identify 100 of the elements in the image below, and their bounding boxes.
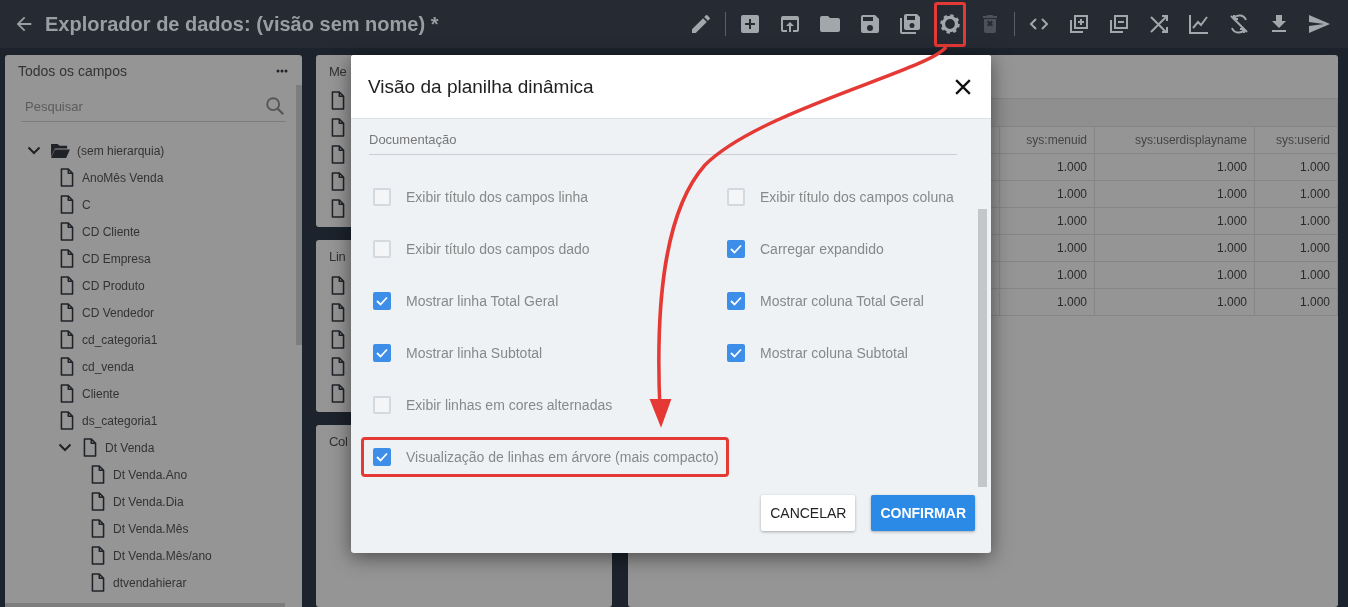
table-cell: 1.000: [1094, 207, 1255, 235]
dialog-title: Visão da planilha dinâmica: [368, 75, 594, 98]
option-label: Carregar expandido: [760, 241, 884, 257]
table-cell: 1.000: [1094, 288, 1255, 316]
option-label: Mostrar linha Total Geral: [406, 293, 559, 309]
field-label[interactable]: cd_categoria1: [82, 332, 158, 347]
open-folder-icon: [50, 142, 71, 159]
file-icon: [329, 329, 347, 350]
checkbox[interactable]: [373, 448, 391, 466]
pencil-icon: [689, 12, 713, 36]
option-label: Exibir título dos campos dado: [406, 241, 590, 257]
file-icon: [329, 383, 347, 404]
option-row[interactable]: Mostrar linha Subtotal: [361, 333, 715, 373]
table-cell: 1.000: [1254, 288, 1338, 316]
checkbox[interactable]: [727, 292, 745, 310]
column-header[interactable]: sys:menuid: [999, 126, 1095, 154]
file-icon: [329, 90, 347, 111]
file-icon: [58, 167, 76, 188]
chevron-icon[interactable]: [27, 146, 41, 155]
file-icon: [58, 194, 76, 215]
copy-plus-icon: [1067, 12, 1091, 36]
scrollbar[interactable]: [296, 85, 302, 345]
panel-title: Col: [329, 434, 348, 449]
file-icon: [329, 117, 347, 138]
field-label[interactable]: CD Vendedor: [82, 305, 155, 320]
file-icon: [58, 383, 76, 404]
table-cell: 1.000: [999, 234, 1095, 262]
field-label[interactable]: Dt Venda.Mês: [113, 521, 189, 536]
column-header[interactable]: sys:userdisplayname: [1094, 126, 1255, 154]
file-icon: [58, 221, 76, 242]
panel-title: Me: [329, 64, 347, 79]
option-row[interactable]: Exibir linhas em cores alternadas: [361, 385, 715, 425]
table-cell: 1.000: [1254, 261, 1338, 289]
option-row[interactable]: Exibir título dos campos dado: [361, 229, 715, 269]
more-icon[interactable]: [276, 69, 288, 73]
option-row[interactable]: Carregar expandido: [715, 229, 977, 269]
field-label[interactable]: CD Cliente: [82, 224, 141, 239]
field-label[interactable]: ds_categoria1: [82, 413, 158, 428]
check-icon: [376, 348, 388, 358]
table-cell: 1.000: [1094, 153, 1255, 181]
table-cell: 1.000: [1094, 234, 1255, 262]
table-cell: 1.000: [1254, 153, 1338, 181]
search-field[interactable]: Pesquisar: [21, 91, 286, 122]
close-icon[interactable]: [955, 78, 971, 95]
file-icon: [58, 275, 76, 296]
option-label: Visualização de linhas em árvore (mais compacto): [406, 449, 719, 465]
table-cell: 1.000: [999, 207, 1095, 235]
copy-minus-icon: [1107, 12, 1131, 36]
confirm-button[interactable]: CONFIRMAR: [871, 495, 975, 531]
cancel-button[interactable]: CANCELAR: [761, 495, 856, 531]
option-row[interactable]: Mostrar coluna Subtotal: [715, 333, 977, 373]
option-row[interactable]: Exibir título dos campos linha: [361, 177, 715, 217]
checkbox[interactable]: [373, 292, 391, 310]
file-icon: [329, 275, 347, 296]
field-label[interactable]: C: [82, 197, 91, 212]
field-label[interactable]: (sem hierarquia): [77, 143, 165, 158]
field-label[interactable]: CD Empresa: [82, 251, 151, 266]
save-icon: [858, 12, 882, 36]
file-icon: [89, 545, 107, 566]
field-label[interactable]: Cliente: [82, 386, 120, 401]
file-icon: [329, 302, 347, 323]
search-icon: [264, 95, 286, 117]
toolbar-button[interactable]: [934, 1, 966, 47]
table-cell: 1.000: [1094, 180, 1255, 208]
page-title: Explorador de dados: (visão sem nome) *: [45, 12, 439, 36]
checkbox[interactable]: [727, 344, 745, 362]
send-icon: [1307, 12, 1331, 36]
file-icon: [58, 302, 76, 323]
file-icon: [329, 171, 347, 192]
field-label[interactable]: AnoMês Venda: [82, 170, 164, 185]
field-label[interactable]: dtvendahierar: [113, 575, 187, 590]
option-label: Mostrar coluna Subtotal: [760, 345, 908, 361]
column-header[interactable]: sys:userid: [1254, 126, 1338, 154]
option-row[interactable]: Exibir título dos campos coluna: [715, 177, 977, 217]
check-icon: [730, 348, 742, 358]
check-icon: [376, 296, 388, 306]
field-label[interactable]: CD Produto: [82, 278, 145, 293]
settings-icon: [938, 12, 962, 36]
option-row[interactable]: Mostrar coluna Total Geral: [715, 281, 977, 321]
file-icon: [329, 198, 347, 219]
option-label: Exibir título dos campos coluna: [760, 189, 954, 205]
check-icon: [730, 296, 742, 306]
add-box-icon: [738, 12, 762, 36]
panel-title: Todos os campos: [18, 63, 127, 79]
checkbox[interactable]: [727, 240, 745, 258]
field-label[interactable]: cd_venda: [82, 359, 135, 374]
chevron-icon[interactable]: [58, 443, 72, 452]
field-label[interactable]: Dt Venda: [105, 440, 155, 455]
option-row[interactable]: Mostrar linha Total Geral: [361, 281, 715, 321]
field-label[interactable]: Dt Venda.Dia: [113, 494, 184, 509]
file-icon: [89, 464, 107, 485]
table-cell: 1.000: [999, 288, 1095, 316]
file-icon: [58, 410, 76, 431]
panel-title: Lin: [329, 249, 346, 264]
field-label[interactable]: Dt Venda.Mês/ano: [113, 548, 212, 563]
checkbox[interactable]: [373, 344, 391, 362]
file-icon: [89, 518, 107, 539]
field-label[interactable]: Dt Venda.Ano: [113, 467, 188, 482]
shuffle-icon: [1147, 12, 1171, 36]
file-icon: [58, 329, 76, 350]
